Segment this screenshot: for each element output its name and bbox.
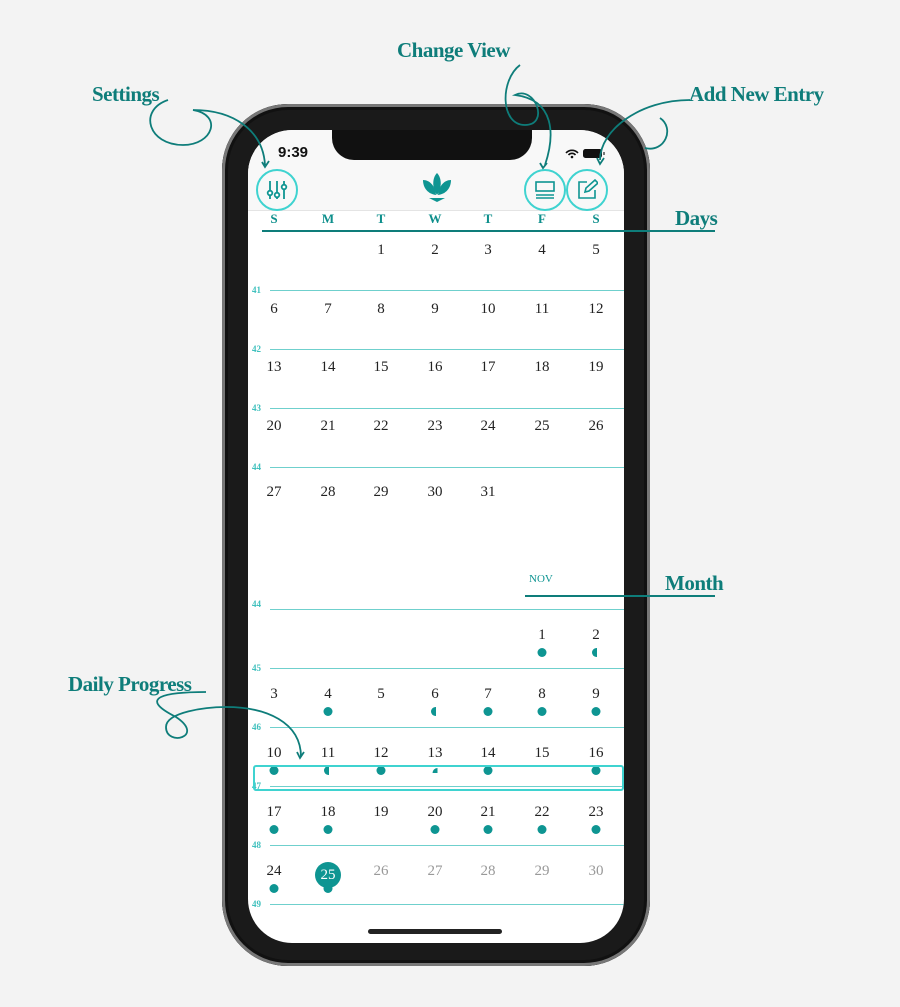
annotation-daily-progress: Daily Progress (68, 672, 192, 696)
week-highlight-box (253, 765, 624, 791)
annotation-settings: Settings (92, 82, 160, 106)
annotation-month: Month (665, 571, 724, 595)
annotation-arrows (149, 64, 715, 760)
annotation-days: Days (675, 206, 718, 230)
annotation-change-view: Change View (397, 38, 510, 62)
annotation-add-new-entry: Add New Entry (689, 82, 824, 106)
